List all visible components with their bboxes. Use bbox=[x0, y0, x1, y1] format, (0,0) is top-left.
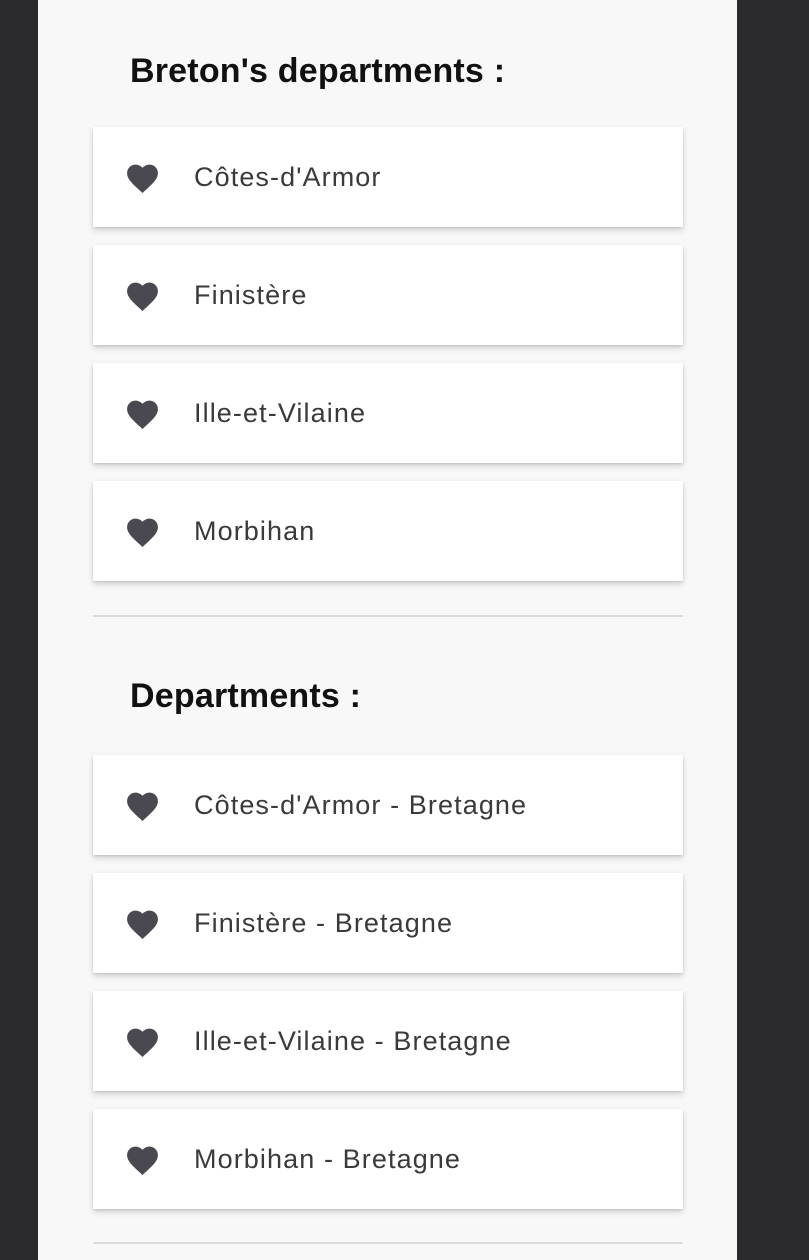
list-item[interactable]: Côtes-d'Armor bbox=[93, 127, 683, 227]
list-item-label: Ille-et-Vilaine - Bretagne bbox=[194, 1025, 512, 1056]
departments-list: Côtes-d'Armor - Bretagne Finistère - Bre… bbox=[93, 755, 683, 1227]
list-item-label: Finistère - Bretagne bbox=[194, 907, 454, 938]
breton-departments-list: Côtes-d'Armor Finistère Ille-et-Vilaine … bbox=[93, 127, 683, 599]
list-item-label: Côtes-d'Armor - Bretagne bbox=[194, 789, 528, 820]
list-item[interactable]: Morbihan - Bretagne bbox=[93, 1109, 683, 1209]
heart-icon[interactable] bbox=[124, 788, 161, 822]
list-item[interactable]: Finistère bbox=[93, 245, 683, 345]
heart-icon[interactable] bbox=[124, 514, 161, 548]
section-title-departments: Departments : bbox=[130, 677, 362, 715]
heart-icon[interactable] bbox=[124, 278, 161, 312]
list-item-label: Morbihan bbox=[194, 515, 316, 546]
app-screen: Breton's departments : Côtes-d'Armor Fin… bbox=[38, 0, 737, 1260]
list-item-label: Morbihan - Bretagne bbox=[194, 1143, 462, 1174]
list-item[interactable]: Morbihan bbox=[93, 481, 683, 581]
section-divider bbox=[93, 615, 683, 617]
list-item[interactable]: Finistère - Bretagne bbox=[93, 873, 683, 973]
list-item[interactable]: Ille-et-Vilaine - Bretagne bbox=[93, 991, 683, 1091]
list-item[interactable]: Ille-et-Vilaine bbox=[93, 363, 683, 463]
list-item-label: Côtes-d'Armor bbox=[194, 161, 382, 192]
list-item[interactable]: Côtes-d'Armor - Bretagne bbox=[93, 755, 683, 855]
list-item-label: Finistère bbox=[194, 279, 308, 310]
heart-icon[interactable] bbox=[124, 396, 161, 430]
heart-icon[interactable] bbox=[124, 1142, 161, 1176]
list-item-label: Ille-et-Vilaine bbox=[194, 397, 367, 428]
section-title-breton-departments: Breton's departments : bbox=[130, 52, 506, 90]
heart-icon[interactable] bbox=[124, 1024, 161, 1058]
section-divider bbox=[93, 1242, 683, 1244]
heart-icon[interactable] bbox=[124, 906, 161, 940]
heart-icon[interactable] bbox=[124, 160, 161, 194]
